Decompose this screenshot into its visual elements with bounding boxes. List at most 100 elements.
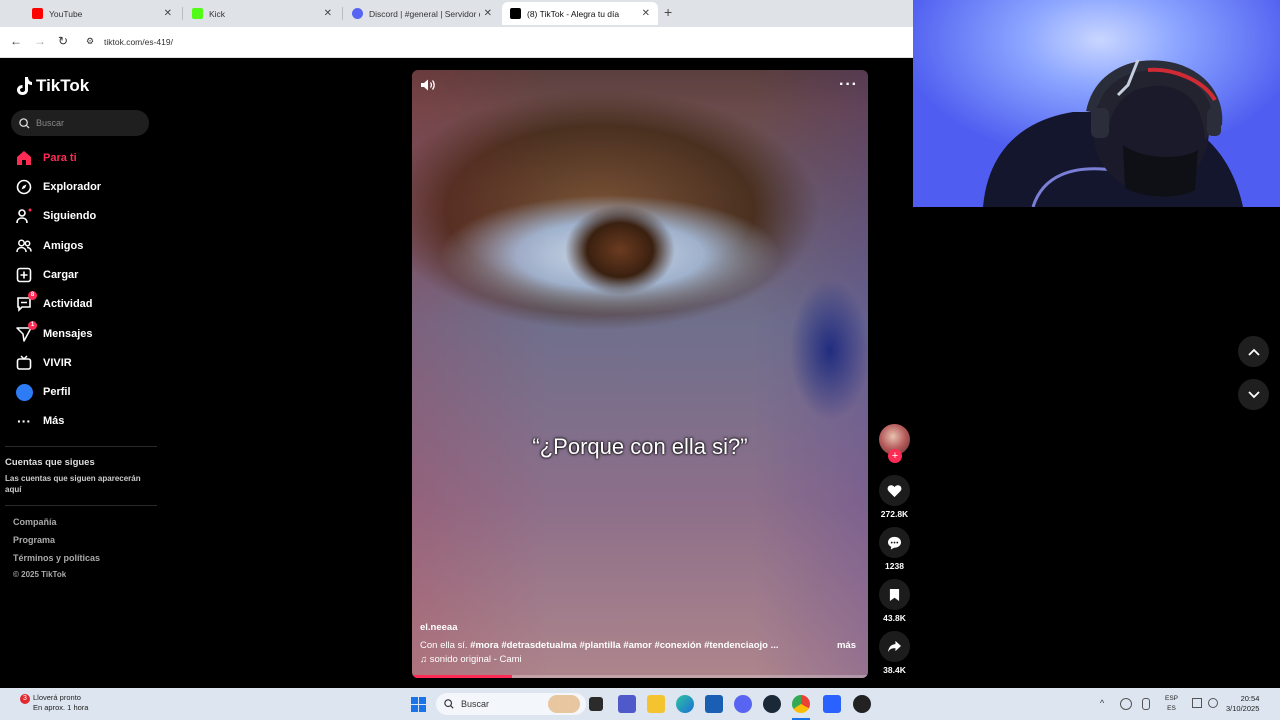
display-icon[interactable] [1192, 698, 1202, 708]
video-sound[interactable]: ♫ sonido original - Cami [420, 654, 522, 665]
reload-button[interactable]: ↻ [58, 34, 68, 48]
sidebar-item-cargar[interactable]: Cargar [15, 264, 78, 286]
tab-youtube[interactable]: YouTube ✕ [24, 2, 180, 25]
network-icon[interactable] [1120, 698, 1132, 710]
comment-action[interactable]: 1238 [879, 527, 910, 571]
sidebar-item-actividad[interactable]: 8 Actividad [15, 291, 93, 315]
sidebar-item-label: Explorador [43, 181, 102, 193]
weather-line1: Lloverá pronto [33, 693, 81, 702]
sidebar-item-explorador[interactable]: Explorador [15, 176, 101, 198]
kick-favicon-icon [192, 8, 203, 19]
sidebar-item-mensajes[interactable]: 1 Mensajes [15, 321, 93, 345]
sidebar-item-siguiendo[interactable]: Siguiendo [15, 205, 96, 227]
app-icon[interactable] [823, 695, 841, 713]
clock-time: 20:54 [1240, 694, 1260, 703]
next-video-button[interactable] [1238, 379, 1269, 410]
save-action[interactable]: 43.8K [879, 579, 910, 623]
sidebar-item-para-ti[interactable]: Para ti [15, 147, 77, 169]
language-line1: ESP [1165, 695, 1179, 702]
search-bar[interactable]: Buscar [11, 110, 149, 136]
clock-date: 3/10/2025 [1226, 704, 1260, 713]
tab-discord[interactable]: Discord | #general | Servidor de ✕ [344, 2, 500, 25]
comment-count: 1238 [885, 561, 904, 571]
footer-link-terminos[interactable]: Términos y políticas [13, 553, 100, 563]
close-tab-icon[interactable]: ✕ [642, 8, 650, 19]
sidebar-item-mas[interactable]: ··· Más [15, 410, 64, 432]
video-player[interactable]: ··· “¿Porque con ella si?” el.neeaa Con … [412, 70, 868, 678]
sidebar-item-label: Más [43, 415, 65, 427]
clock[interactable]: 20:54 3/10/2025 [1226, 694, 1259, 714]
tab-title: (8) TikTok - Alegra tu día [527, 8, 620, 19]
video-author[interactable]: el.neeaa [420, 622, 458, 633]
app-icon-2[interactable] [853, 695, 871, 713]
chevron-up-icon [1247, 348, 1260, 356]
following-icon [15, 207, 33, 225]
close-tab-icon[interactable]: ✕ [164, 8, 172, 19]
footer-link-programa[interactable]: Programa [13, 535, 55, 545]
tab-tiktok[interactable]: (8) TikTok - Alegra tu día ✕ [502, 2, 658, 25]
chevron-down-icon [1247, 390, 1260, 398]
url-field[interactable]: tiktok.com/es-419/ [104, 37, 173, 47]
sidebar-item-perfil[interactable]: Perfil [15, 381, 71, 403]
steam-icon[interactable] [763, 695, 781, 713]
divider [5, 446, 157, 447]
bookmark-icon[interactable] [879, 579, 910, 610]
search-highlight-image [548, 695, 580, 713]
close-tab-icon[interactable]: ✕ [324, 8, 332, 19]
tiktok-favicon-icon [510, 8, 521, 19]
language-indicator[interactable]: ESP ES [1165, 694, 1178, 714]
search-icon [444, 699, 454, 709]
taskbar-search[interactable]: Buscar [436, 693, 586, 715]
footer-link-compania[interactable]: Compañía [13, 517, 57, 527]
sidebar-item-label: Mensajes [43, 328, 93, 340]
like-action[interactable]: 272.8K [879, 475, 910, 519]
sidebar-item-label: Amigos [43, 240, 84, 252]
file-explorer-icon[interactable] [647, 695, 665, 713]
profile-avatar [15, 383, 33, 401]
sidebar-item-label: VIVIR [43, 357, 72, 369]
edge-icon[interactable] [676, 695, 694, 713]
tab-kick[interactable]: Kick ✕ [184, 2, 340, 25]
video-progress-bar[interactable] [412, 675, 868, 678]
teams-icon[interactable] [618, 695, 636, 713]
sidebar-item-amigos[interactable]: Amigos [15, 235, 83, 257]
expand-description-button[interactable]: más [837, 640, 856, 651]
sidebar-item-label: Siguiendo [43, 210, 97, 222]
discord-icon[interactable] [734, 695, 752, 713]
task-view-icon[interactable] [589, 697, 603, 711]
windows-start-icon[interactable] [411, 697, 426, 712]
new-tab-button[interactable]: + [664, 4, 672, 20]
close-tab-icon[interactable]: ✕ [484, 8, 492, 19]
copyright: © 2025 TikTok [13, 570, 67, 579]
live-icon [15, 354, 33, 372]
hashtags[interactable]: #mora #detrasdetualma #plantilla #amor #… [470, 640, 778, 651]
video-description: Con ella sí. #mora #detrasdetualma #plan… [420, 640, 779, 651]
upload-icon [15, 266, 33, 284]
comment-icon[interactable] [879, 527, 910, 558]
sidebar-item-label: Actividad [43, 298, 93, 310]
messages-badge: 1 [28, 321, 37, 330]
language-line2: ES [1167, 705, 1176, 712]
follow-button[interactable]: + [888, 449, 902, 463]
weather-widget[interactable]: Lloverá pronto En aprox. 1 hora [33, 693, 88, 713]
volume-icon[interactable] [420, 78, 436, 97]
forward-button[interactable]: → [34, 34, 46, 48]
volume-icon[interactable] [1208, 698, 1218, 708]
previous-video-button[interactable] [1238, 336, 1269, 367]
store-icon[interactable] [705, 695, 723, 713]
tiktok-logo[interactable]: TikTok [15, 76, 89, 96]
share-icon[interactable] [879, 631, 910, 662]
windows-taskbar: 3 Lloverá pronto En aprox. 1 hora Buscar… [0, 688, 1280, 720]
share-action[interactable]: 38.4K [879, 631, 910, 675]
back-button[interactable]: ← [10, 34, 22, 48]
more-options-icon[interactable]: ··· [839, 76, 858, 94]
heart-icon[interactable] [879, 475, 910, 506]
microphone-icon[interactable] [1142, 698, 1150, 710]
site-info-icon[interactable]: ⚙ [86, 36, 94, 47]
chrome-icon[interactable] [792, 695, 810, 713]
chevron-up-icon[interactable]: ^ [1100, 698, 1104, 708]
messages-icon: 1 [15, 321, 37, 343]
weather-alert-icon: 3 [20, 694, 30, 704]
sidebar-item-vivir[interactable]: VIVIR [15, 352, 72, 374]
logo-text: TikTok [36, 76, 90, 95]
